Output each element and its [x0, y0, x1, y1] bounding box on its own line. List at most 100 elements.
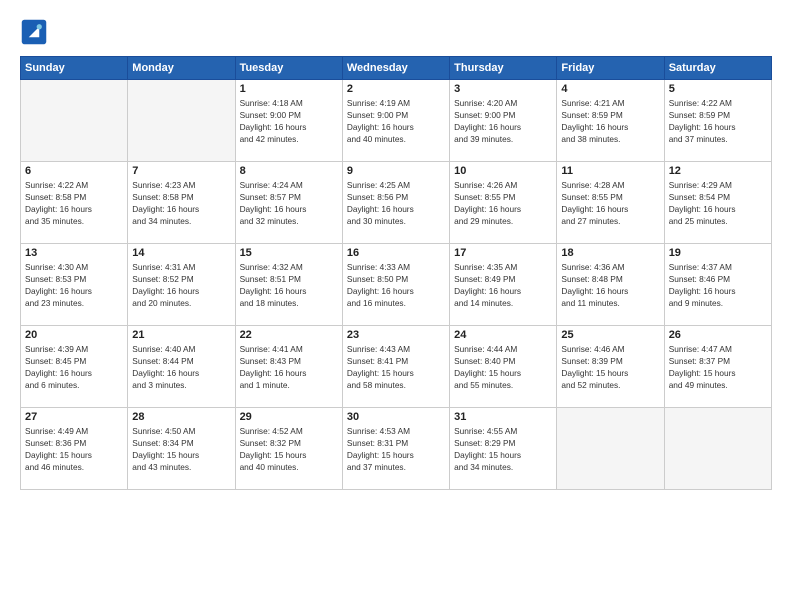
calendar-cell: 11 Sunrise: 4:28 AM Sunset: 8:55 PM Dayli…	[557, 162, 664, 244]
weekday-header-sunday: Sunday	[21, 57, 128, 80]
day-info: Sunrise: 4:26 AM Sunset: 8:55 PM Dayligh…	[454, 179, 552, 227]
day-number: 11	[561, 165, 659, 177]
calendar-cell	[557, 408, 664, 490]
day-number: 2	[347, 83, 445, 95]
weekday-header-friday: Friday	[557, 57, 664, 80]
day-number: 1	[240, 83, 338, 95]
day-info: Sunrise: 4:37 AM Sunset: 8:46 PM Dayligh…	[669, 261, 767, 309]
day-number: 31	[454, 411, 552, 423]
day-number: 22	[240, 329, 338, 341]
day-info: Sunrise: 4:55 AM Sunset: 8:29 PM Dayligh…	[454, 425, 552, 473]
calendar-cell: 26 Sunrise: 4:47 AM Sunset: 8:37 PM Dayli…	[664, 326, 771, 408]
weekday-header-saturday: Saturday	[664, 57, 771, 80]
calendar-cell	[664, 408, 771, 490]
calendar-cell: 9 Sunrise: 4:25 AM Sunset: 8:56 PM Daylig…	[342, 162, 449, 244]
day-number: 17	[454, 247, 552, 259]
day-info: Sunrise: 4:43 AM Sunset: 8:41 PM Dayligh…	[347, 343, 445, 391]
calendar-cell: 12 Sunrise: 4:29 AM Sunset: 8:54 PM Dayli…	[664, 162, 771, 244]
calendar-cell: 3 Sunrise: 4:20 AM Sunset: 9:00 PM Daylig…	[450, 80, 557, 162]
day-info: Sunrise: 4:53 AM Sunset: 8:31 PM Dayligh…	[347, 425, 445, 473]
week-row-1: 1 Sunrise: 4:18 AM Sunset: 9:00 PM Daylig…	[21, 80, 772, 162]
calendar-cell: 27Sunrise: 4:49 AM Sunset: 8:36 PM Dayli…	[21, 408, 128, 490]
day-info: Sunrise: 4:21 AM Sunset: 8:59 PM Dayligh…	[561, 97, 659, 145]
weekday-header-wednesday: Wednesday	[342, 57, 449, 80]
weekday-header-thursday: Thursday	[450, 57, 557, 80]
day-number: 12	[669, 165, 767, 177]
day-number: 7	[132, 165, 230, 177]
calendar-cell: 7 Sunrise: 4:23 AM Sunset: 8:58 PM Daylig…	[128, 162, 235, 244]
calendar-cell: 25 Sunrise: 4:46 AM Sunset: 8:39 PM Dayli…	[557, 326, 664, 408]
day-number: 9	[347, 165, 445, 177]
day-number: 13	[25, 247, 123, 259]
weekday-header-monday: Monday	[128, 57, 235, 80]
day-info: Sunrise: 4:35 AM Sunset: 8:49 PM Dayligh…	[454, 261, 552, 309]
logo-icon	[20, 18, 48, 46]
day-number: 28	[132, 411, 230, 423]
calendar-cell: 19Sunrise: 4:37 AM Sunset: 8:46 PM Dayli…	[664, 244, 771, 326]
day-info: Sunrise: 4:22 AM Sunset: 8:59 PM Dayligh…	[669, 97, 767, 145]
day-info: Sunrise: 4:24 AM Sunset: 8:57 PM Dayligh…	[240, 179, 338, 227]
calendar-table: SundayMondayTuesdayWednesdayThursdayFrid…	[20, 56, 772, 490]
day-number: 20	[25, 329, 123, 341]
day-number: 14	[132, 247, 230, 259]
day-number: 30	[347, 411, 445, 423]
weekday-header-tuesday: Tuesday	[235, 57, 342, 80]
day-info: Sunrise: 4:46 AM Sunset: 8:39 PM Dayligh…	[561, 343, 659, 391]
week-row-2: 6Sunrise: 4:22 AM Sunset: 8:58 PM Daylig…	[21, 162, 772, 244]
day-info: Sunrise: 4:52 AM Sunset: 8:32 PM Dayligh…	[240, 425, 338, 473]
calendar-cell: 8 Sunrise: 4:24 AM Sunset: 8:57 PM Daylig…	[235, 162, 342, 244]
day-info: Sunrise: 4:36 AM Sunset: 8:48 PM Dayligh…	[561, 261, 659, 309]
day-info: Sunrise: 4:32 AM Sunset: 8:51 PM Dayligh…	[240, 261, 338, 309]
logo	[20, 18, 52, 46]
calendar-cell: 1 Sunrise: 4:18 AM Sunset: 9:00 PM Daylig…	[235, 80, 342, 162]
day-info: Sunrise: 4:33 AM Sunset: 8:50 PM Dayligh…	[347, 261, 445, 309]
calendar-cell	[21, 80, 128, 162]
day-number: 29	[240, 411, 338, 423]
calendar-cell: 22Sunrise: 4:41 AM Sunset: 8:43 PM Dayli…	[235, 326, 342, 408]
day-number: 18	[561, 247, 659, 259]
day-info: Sunrise: 4:40 AM Sunset: 8:44 PM Dayligh…	[132, 343, 230, 391]
calendar-cell: 6Sunrise: 4:22 AM Sunset: 8:58 PM Daylig…	[21, 162, 128, 244]
day-info: Sunrise: 4:29 AM Sunset: 8:54 PM Dayligh…	[669, 179, 767, 227]
calendar-cell: 20 Sunrise: 4:39 AM Sunset: 8:45 PM Dayli…	[21, 326, 128, 408]
day-info: Sunrise: 4:25 AM Sunset: 8:56 PM Dayligh…	[347, 179, 445, 227]
day-number: 5	[669, 83, 767, 95]
day-number: 3	[454, 83, 552, 95]
calendar-cell: 17 Sunrise: 4:35 AM Sunset: 8:49 PM Dayli…	[450, 244, 557, 326]
week-row-3: 13Sunrise: 4:30 AM Sunset: 8:53 PM Dayli…	[21, 244, 772, 326]
calendar-cell: 30 Sunrise: 4:53 AM Sunset: 8:31 PM Dayli…	[342, 408, 449, 490]
day-info: Sunrise: 4:44 AM Sunset: 8:40 PM Dayligh…	[454, 343, 552, 391]
day-number: 6	[25, 165, 123, 177]
week-row-4: 20 Sunrise: 4:39 AM Sunset: 8:45 PM Dayli…	[21, 326, 772, 408]
day-info: Sunrise: 4:39 AM Sunset: 8:45 PM Dayligh…	[25, 343, 123, 391]
calendar-cell	[128, 80, 235, 162]
calendar-cell: 24 Sunrise: 4:44 AM Sunset: 8:40 PM Dayli…	[450, 326, 557, 408]
calendar-cell: 28Sunrise: 4:50 AM Sunset: 8:34 PM Dayli…	[128, 408, 235, 490]
day-number: 25	[561, 329, 659, 341]
day-number: 4	[561, 83, 659, 95]
day-info: Sunrise: 4:23 AM Sunset: 8:58 PM Dayligh…	[132, 179, 230, 227]
day-number: 8	[240, 165, 338, 177]
calendar-cell: 15Sunrise: 4:32 AM Sunset: 8:51 PM Dayli…	[235, 244, 342, 326]
calendar-cell: 14Sunrise: 4:31 AM Sunset: 8:52 PM Dayli…	[128, 244, 235, 326]
calendar-cell: 29 Sunrise: 4:52 AM Sunset: 8:32 PM Dayli…	[235, 408, 342, 490]
calendar-page: SundayMondayTuesdayWednesdayThursdayFrid…	[0, 0, 792, 612]
day-info: Sunrise: 4:18 AM Sunset: 9:00 PM Dayligh…	[240, 97, 338, 145]
day-number: 24	[454, 329, 552, 341]
calendar-cell: 10Sunrise: 4:26 AM Sunset: 8:55 PM Dayli…	[450, 162, 557, 244]
calendar-cell: 4 Sunrise: 4:21 AM Sunset: 8:59 PM Daylig…	[557, 80, 664, 162]
day-info: Sunrise: 4:47 AM Sunset: 8:37 PM Dayligh…	[669, 343, 767, 391]
day-info: Sunrise: 4:28 AM Sunset: 8:55 PM Dayligh…	[561, 179, 659, 227]
calendar-cell: 31 Sunrise: 4:55 AM Sunset: 8:29 PM Dayli…	[450, 408, 557, 490]
week-row-5: 27Sunrise: 4:49 AM Sunset: 8:36 PM Dayli…	[21, 408, 772, 490]
day-number: 26	[669, 329, 767, 341]
calendar-cell: 5 Sunrise: 4:22 AM Sunset: 8:59 PM Daylig…	[664, 80, 771, 162]
header	[20, 18, 772, 46]
calendar-cell: 21Sunrise: 4:40 AM Sunset: 8:44 PM Dayli…	[128, 326, 235, 408]
calendar-cell: 23 Sunrise: 4:43 AM Sunset: 8:41 PM Dayli…	[342, 326, 449, 408]
calendar-cell: 2Sunrise: 4:19 AM Sunset: 9:00 PM Daylig…	[342, 80, 449, 162]
day-number: 23	[347, 329, 445, 341]
calendar-cell: 13Sunrise: 4:30 AM Sunset: 8:53 PM Dayli…	[21, 244, 128, 326]
day-info: Sunrise: 4:20 AM Sunset: 9:00 PM Dayligh…	[454, 97, 552, 145]
day-number: 16	[347, 247, 445, 259]
